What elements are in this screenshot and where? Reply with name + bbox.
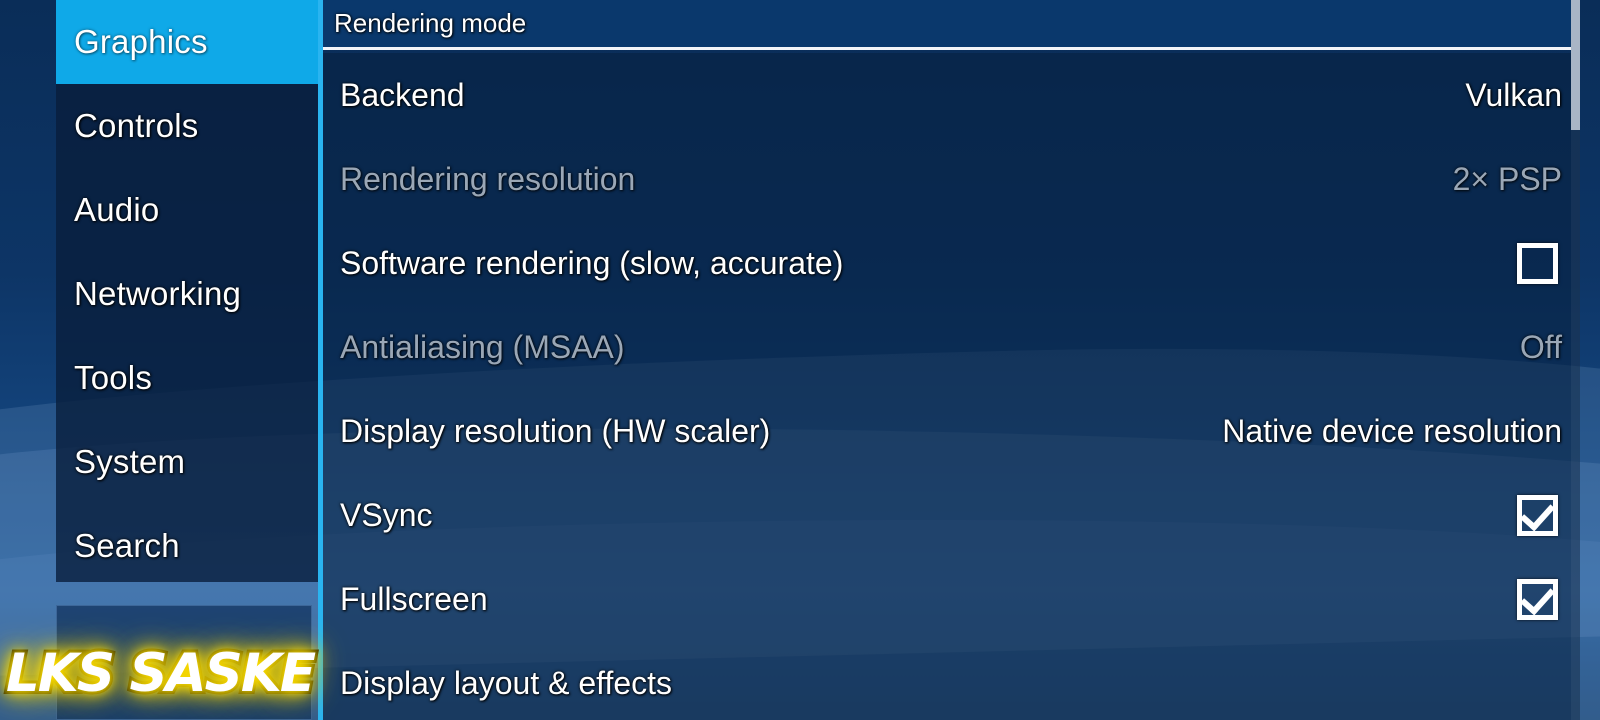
sidebar-item-label: Search [74, 527, 180, 564]
content-section-header: Rendering mode [323, 0, 1580, 50]
setting-label: VSync [340, 496, 433, 533]
setting-row-backend[interactable]: Backend Vulkan [323, 53, 1580, 137]
sidebar-item-label: Tools [74, 359, 153, 396]
checkbox-checked-icon[interactable] [1517, 578, 1558, 620]
sidebar-content-divider [318, 0, 323, 720]
sidebar-item-networking[interactable]: Networking [56, 252, 318, 336]
settings-row-list: Backend Vulkan Rendering resolution 2× P… [323, 53, 1580, 720]
setting-row-fullscreen[interactable]: Fullscreen [323, 557, 1580, 641]
sidebar-item-controls[interactable]: Controls [56, 84, 318, 168]
settings-sidebar: Graphics Controls Audio Networking Tools… [56, 0, 318, 582]
checkbox-checked-icon[interactable] [1517, 494, 1558, 536]
setting-label: Rendering resolution [340, 160, 636, 197]
sidebar-item-system[interactable]: System [56, 420, 318, 504]
setting-label: Fullscreen [340, 580, 488, 617]
content-scrollbar-thumb[interactable] [1571, 0, 1580, 130]
sidebar-item-label: Controls [74, 107, 199, 144]
sidebar-item-graphics[interactable]: Graphics [56, 0, 318, 84]
checkbox-unchecked-icon[interactable] [1517, 242, 1558, 284]
watermark-text: LKS SASKE [3, 640, 319, 707]
setting-value: Off [1519, 328, 1562, 365]
setting-label: Software rendering (slow, accurate) [340, 244, 844, 281]
sidebar-item-search[interactable]: Search [56, 504, 318, 588]
setting-row-software-rendering[interactable]: Software rendering (slow, accurate) [323, 221, 1580, 305]
ppsspp-settings-screen: Graphics Controls Audio Networking Tools… [0, 0, 1600, 720]
settings-content-panel: Rendering mode Backend Vulkan Rendering … [323, 0, 1580, 720]
section-title: Rendering mode [334, 8, 527, 38]
sidebar-item-label: Graphics [74, 23, 208, 60]
setting-value: 2× PSP [1452, 160, 1562, 197]
sidebar-item-label: Networking [74, 275, 242, 312]
setting-row-vsync[interactable]: VSync [323, 473, 1580, 557]
setting-label: Display layout & effects [340, 664, 673, 701]
sidebar-item-audio[interactable]: Audio [56, 168, 318, 252]
content-scrollbar-track[interactable] [1571, 0, 1580, 720]
setting-label: Display resolution (HW scaler) [340, 412, 771, 449]
setting-value: Vulkan [1465, 76, 1562, 113]
setting-row-rendering-resolution[interactable]: Rendering resolution 2× PSP [323, 137, 1580, 221]
setting-row-antialiasing[interactable]: Antialiasing (MSAA) Off [323, 305, 1580, 389]
setting-label: Antialiasing (MSAA) [340, 328, 625, 365]
setting-value: Native device resolution [1222, 412, 1562, 449]
sidebar-item-label: Audio [74, 191, 160, 228]
setting-row-display-layout-effects[interactable]: Display layout & effects [323, 641, 1580, 720]
sidebar-item-label: System [74, 443, 186, 480]
setting-row-display-resolution[interactable]: Display resolution (HW scaler) Native de… [323, 389, 1580, 473]
setting-label: Backend [340, 76, 465, 113]
sidebar-item-tools[interactable]: Tools [56, 336, 318, 420]
